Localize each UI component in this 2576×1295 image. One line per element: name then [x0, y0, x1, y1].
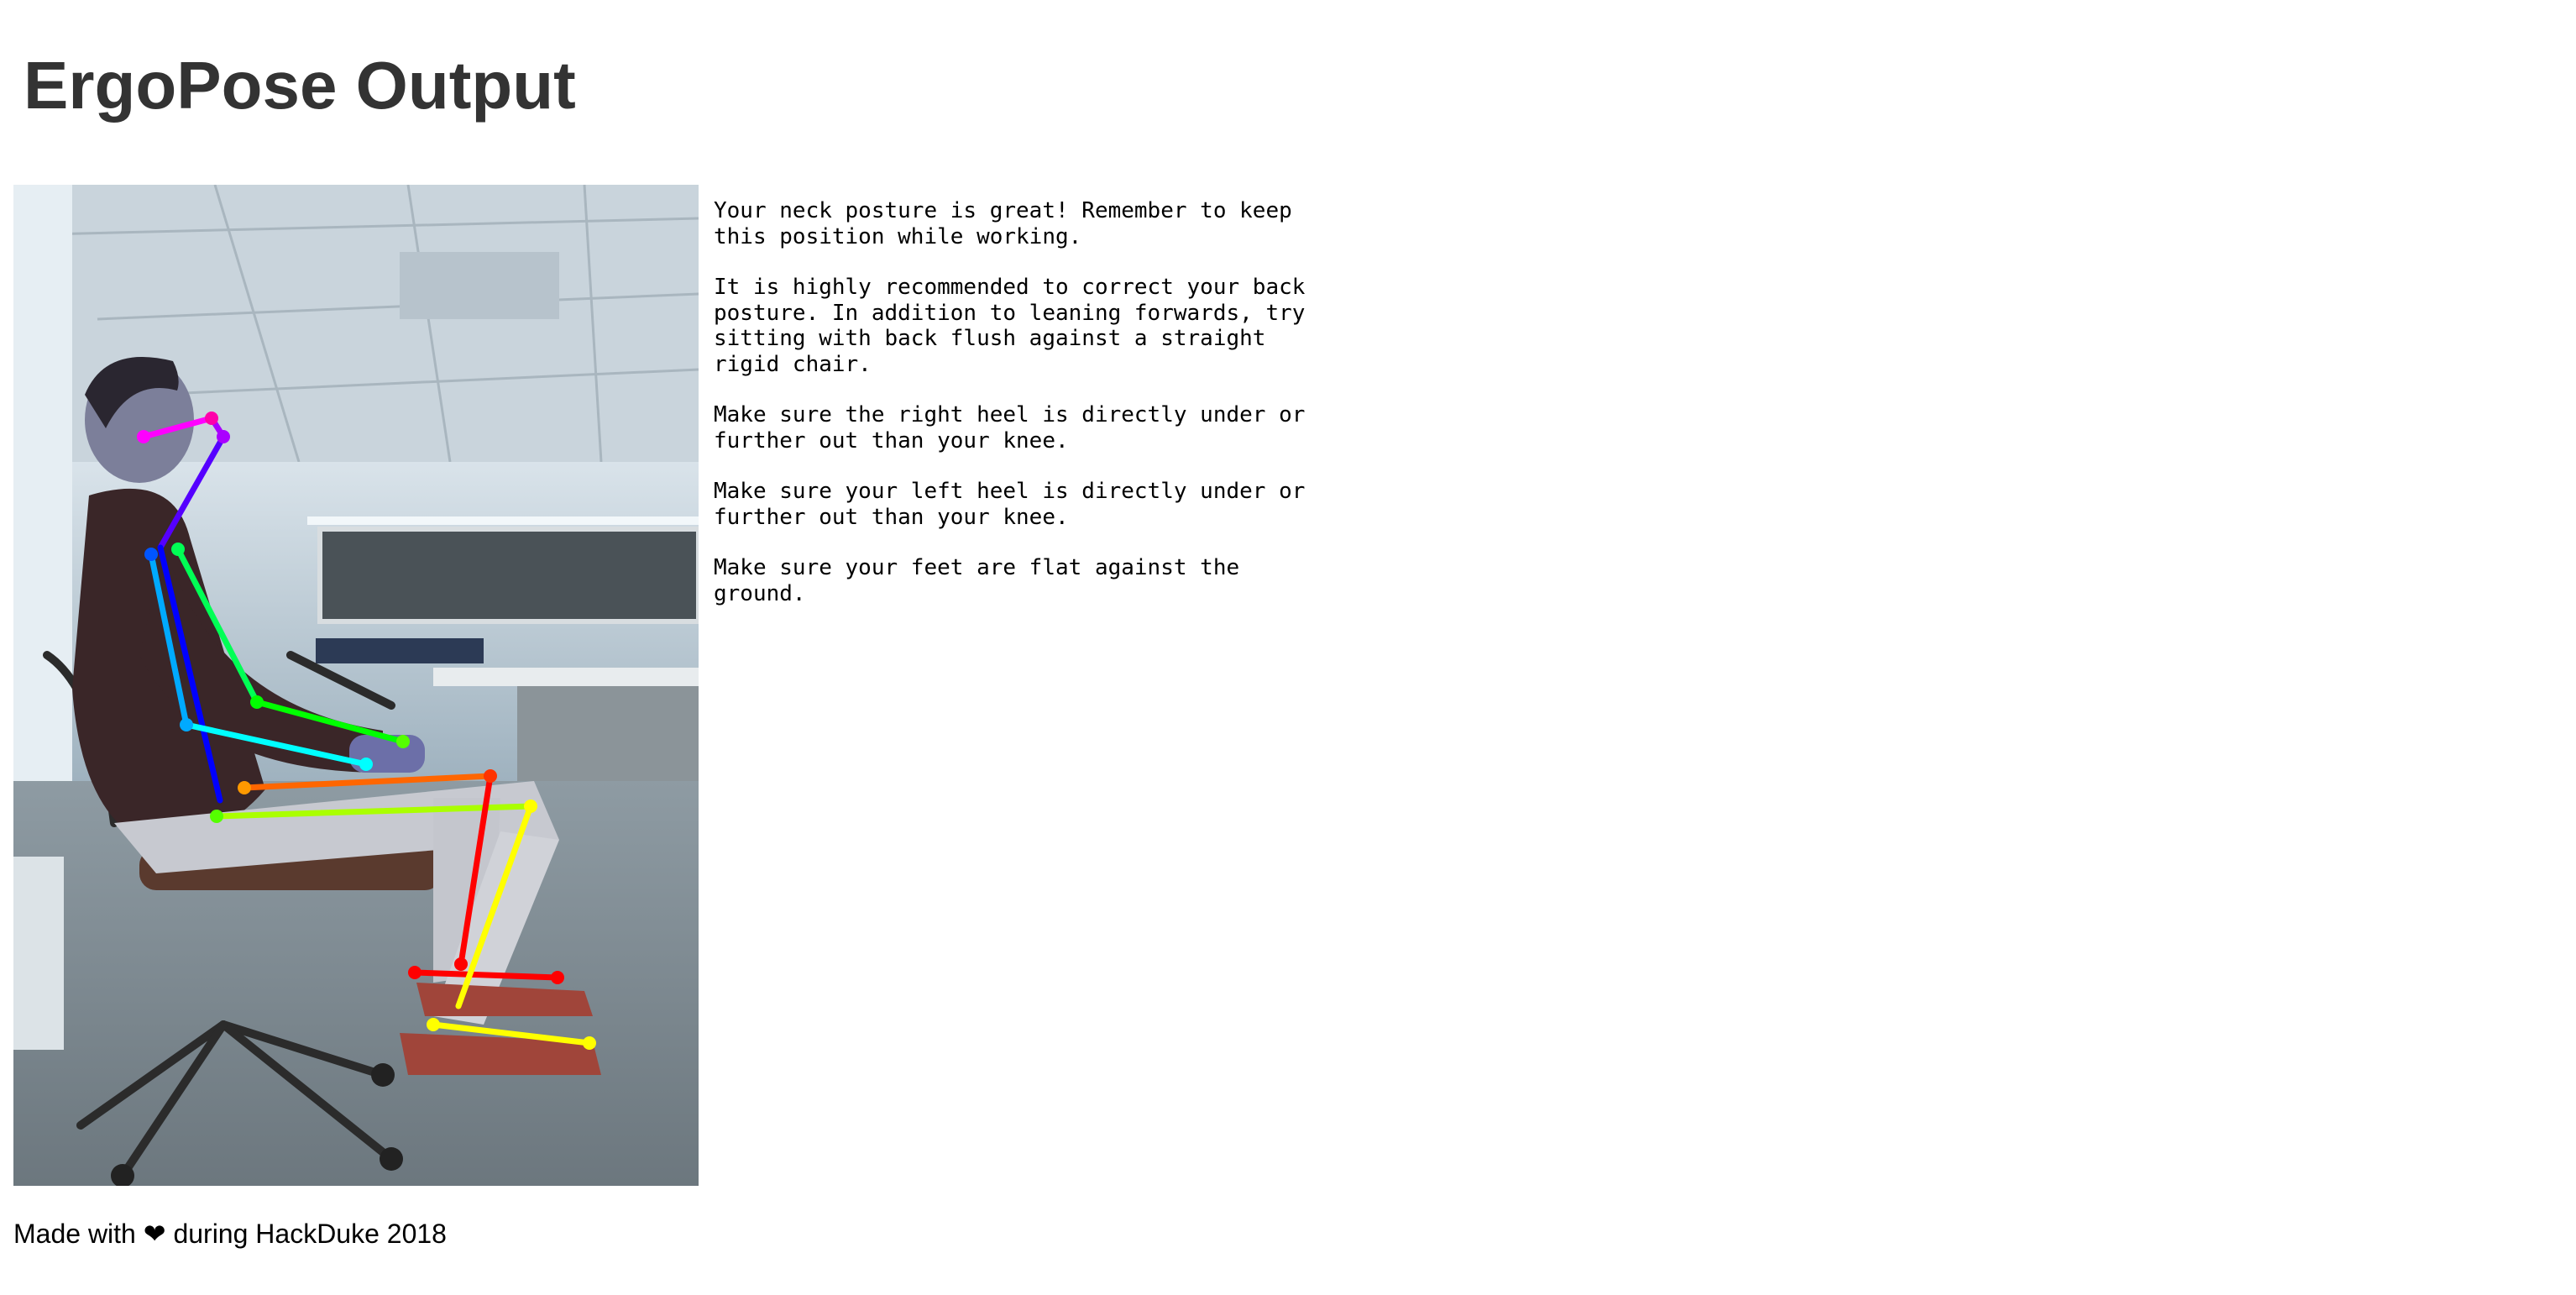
- feedback-neck: Your neck posture is great! Remember to …: [714, 198, 1306, 249]
- joint: [396, 735, 410, 748]
- joint: [210, 810, 223, 823]
- joint: [359, 758, 373, 771]
- pose-photo: [13, 185, 699, 1186]
- left-wall: [13, 185, 72, 823]
- joint: [250, 695, 264, 709]
- chair-wheel: [371, 1063, 395, 1087]
- joint: [238, 781, 251, 794]
- feedback-left-heel: Make sure your left heel is directly und…: [714, 479, 1319, 530]
- joint: [408, 966, 421, 979]
- joint: [524, 800, 537, 813]
- posture-feedback: Your neck posture is great! Remember to …: [714, 198, 1335, 632]
- joint: [144, 548, 158, 561]
- ceiling-light: [400, 252, 559, 319]
- joint: [583, 1036, 596, 1050]
- joint: [484, 769, 497, 783]
- feedback-right-heel: Make sure the right heel is directly und…: [714, 402, 1319, 454]
- footer-prefix: Made with: [13, 1219, 136, 1249]
- desk: [433, 668, 699, 686]
- feedback-back: It is highly recommended to correct your…: [714, 275, 1319, 377]
- footer: Made with ❤ during HackDuke 2018: [13, 1218, 447, 1250]
- footer-suffix: during HackDuke 2018: [173, 1219, 447, 1249]
- light-strip: [307, 516, 699, 525]
- joint: [217, 430, 230, 443]
- feedback-feet: Make sure your feet are flat against the…: [714, 555, 1253, 606]
- desk-back: [316, 638, 484, 663]
- pose-photo-svg: [13, 185, 699, 1186]
- joint: [171, 543, 185, 556]
- joint: [454, 957, 468, 971]
- joint: [551, 971, 564, 984]
- joint: [205, 412, 218, 425]
- heart-icon: ❤: [143, 1219, 166, 1249]
- joint: [180, 718, 193, 731]
- joint: [427, 1018, 440, 1031]
- radiator: [13, 857, 64, 1050]
- chair-wheel: [380, 1147, 403, 1171]
- joint: [137, 430, 150, 443]
- chalkboard: [317, 527, 699, 624]
- page-title: ErgoPose Output: [24, 48, 576, 123]
